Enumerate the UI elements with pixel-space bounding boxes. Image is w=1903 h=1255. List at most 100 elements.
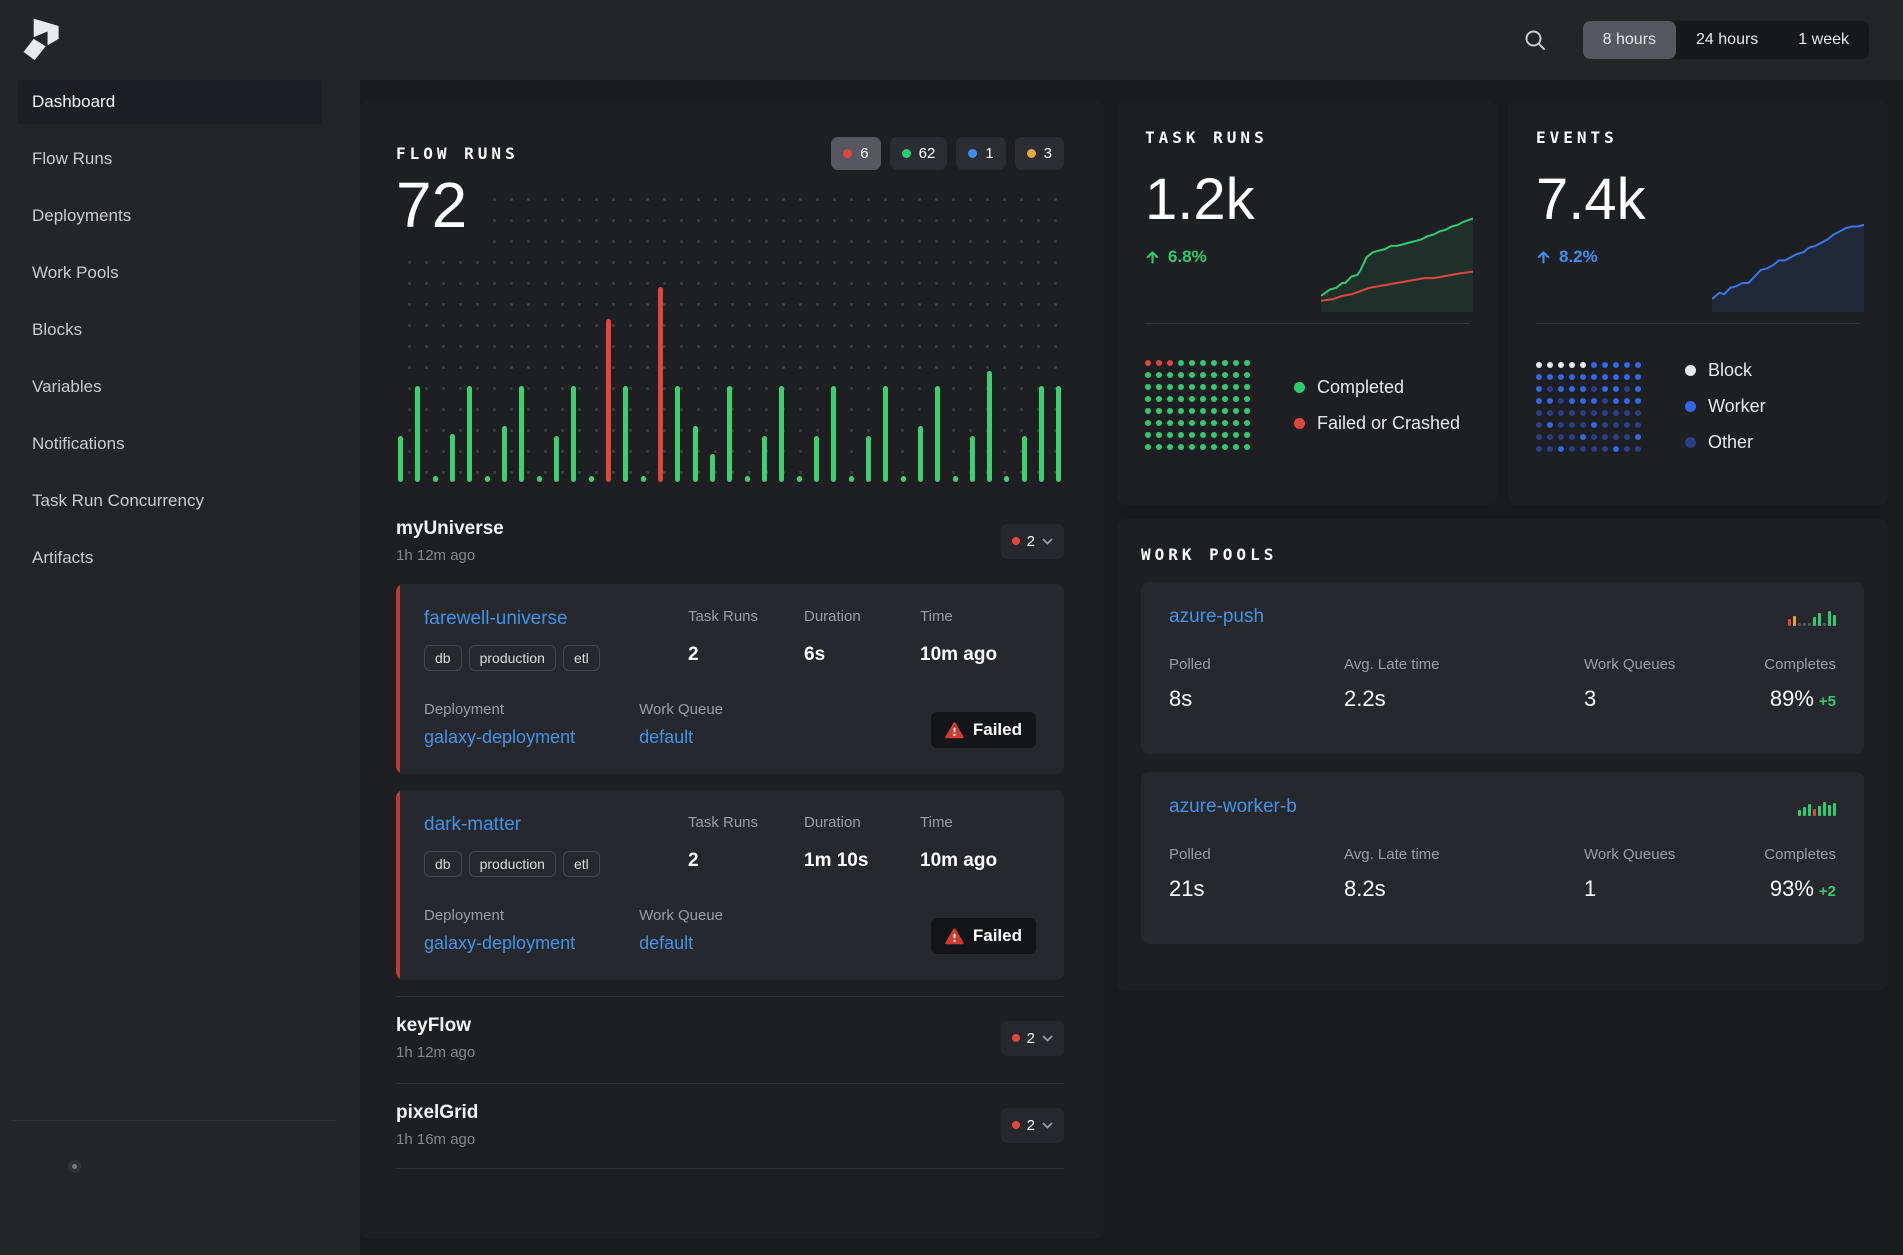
grid-dot: [1635, 434, 1641, 440]
grid-dot: [1178, 420, 1184, 426]
mini-bar: [1808, 623, 1811, 626]
grid-dot: [1536, 374, 1542, 380]
chart-bar: [537, 476, 542, 482]
grid-dot: [1580, 398, 1586, 404]
flow-group-time: 1h 12m ago: [396, 1044, 475, 1061]
events-sparkline: [1712, 212, 1864, 312]
time-range-8-hours[interactable]: 8 hours: [1583, 21, 1676, 59]
chart-bar: [554, 436, 559, 482]
grid-dot: [1145, 420, 1151, 426]
sidebar-item-flow-runs[interactable]: Flow Runs: [18, 137, 322, 181]
chart-bar: [745, 476, 750, 482]
flow-run-link[interactable]: dark-matter: [424, 814, 521, 836]
grid-dot: [1547, 386, 1553, 392]
grid-dot: [1244, 372, 1250, 378]
time-range-24-hours[interactable]: 24 hours: [1676, 21, 1778, 59]
legend-label: Block: [1708, 360, 1752, 381]
mini-bar: [1818, 806, 1821, 816]
flow-group-count-badge[interactable]: 2: [1001, 524, 1064, 559]
deployment-link[interactable]: galaxy-deployment: [424, 933, 575, 953]
grid-dot: [1569, 434, 1575, 440]
grid-dot: [1569, 374, 1575, 380]
mini-bar: [1818, 613, 1821, 626]
grid-dot: [1200, 444, 1206, 450]
filter-badge-62[interactable]: 62: [890, 137, 948, 170]
flow-group-count-badge[interactable]: 2: [1001, 1108, 1064, 1143]
work-pool-link[interactable]: azure-worker-b: [1169, 796, 1297, 818]
events-card: EVENTS 7.4k 8.2% BlockWorkerOther: [1508, 100, 1888, 505]
run-card-top: farewell-universedbproductionetlTask Run…: [424, 608, 1036, 671]
grid-dot: [1547, 434, 1553, 440]
grid-dot: [1635, 362, 1641, 368]
mini-bar: [1793, 616, 1796, 626]
stat-label: Duration: [804, 608, 920, 625]
grid-dot: [1145, 396, 1151, 402]
grid-dot: [1580, 434, 1586, 440]
flow-run-card-farewell-universe[interactable]: farewell-universedbproductionetlTask Run…: [396, 584, 1064, 774]
grid-dot: [1200, 372, 1206, 378]
grid-dot: [1211, 408, 1217, 414]
grid-dot: [1558, 374, 1564, 380]
chart-bar: [797, 476, 802, 482]
chart-bar: [710, 454, 715, 482]
prefect-logo[interactable]: [22, 14, 62, 62]
grid-dot: [1536, 398, 1542, 404]
right-column: TASK RUNS 1.2k 6.8% CompletedFailed or C…: [1117, 100, 1888, 1238]
flow-run-link[interactable]: farewell-universe: [424, 608, 568, 630]
work-pool-stats: Polled21sAvg. Late time8.2sWork Queues1C…: [1169, 846, 1836, 902]
filter-badge-1[interactable]: 1: [956, 137, 1005, 170]
stat-label: Completes: [1764, 846, 1836, 863]
sidebar-item-notifications[interactable]: Notifications: [18, 422, 322, 466]
chart-bar: [502, 426, 507, 482]
sidebar-item-artifacts[interactable]: Artifacts: [18, 536, 322, 580]
deployment-link[interactable]: galaxy-deployment: [424, 727, 575, 747]
flow-run-card-dark-matter[interactable]: dark-matterdbproductionetlTask Runs2Dura…: [396, 790, 1064, 980]
failed-state-stripe: [396, 790, 400, 980]
run-stat-duration: Duration1m 10s: [804, 814, 920, 877]
flow-runs-filter-badges: 6 62 1 3: [831, 137, 1064, 170]
stat-value: 8.2s: [1344, 876, 1584, 902]
task-runs-card: TASK RUNS 1.2k 6.8% CompletedFailed or C…: [1117, 100, 1497, 505]
run-tags: dbproductionetl: [424, 645, 688, 671]
sidebar-item-dashboard[interactable]: Dashboard: [18, 80, 322, 124]
stat-label: Duration: [804, 814, 920, 831]
task-runs-legend: CompletedFailed or Crashed: [1294, 377, 1460, 434]
grid-dot: [1536, 422, 1542, 428]
work-pool-link[interactable]: azure-push: [1169, 606, 1264, 628]
work-queue-link[interactable]: default: [639, 727, 693, 747]
grid-dot: [1167, 372, 1173, 378]
sidebar-item-task-run-concurrency[interactable]: Task Run Concurrency: [18, 479, 322, 523]
sidebar-item-variables[interactable]: Variables: [18, 365, 322, 409]
grid-dot: [1211, 384, 1217, 390]
sidebar-item-blocks[interactable]: Blocks: [18, 308, 322, 352]
sidebar-item-deployments[interactable]: Deployments: [18, 194, 322, 238]
grid-dot: [1580, 410, 1586, 416]
legend-dot: [1294, 418, 1305, 429]
chart-bar: [779, 386, 784, 482]
sidebar-nav: Dashboard Flow Runs Deployments Work Pools B…: [0, 80, 360, 580]
sidebar-item-work-pools[interactable]: Work Pools: [18, 251, 322, 295]
prefect-logo-icon: [22, 14, 62, 62]
badge-count: 1: [985, 145, 993, 162]
grid-dot: [1569, 422, 1575, 428]
time-range-1-week[interactable]: 1 week: [1778, 21, 1869, 59]
grid-dot: [1222, 432, 1228, 438]
work-queue-link[interactable]: default: [639, 933, 693, 953]
chart-bar: [901, 476, 906, 482]
filter-badge-6[interactable]: 6: [831, 137, 880, 170]
stat-value: 89%+5: [1764, 686, 1836, 712]
status-dot: [1012, 1034, 1020, 1042]
grid-dot: [1200, 408, 1206, 414]
search-button[interactable]: [1521, 26, 1549, 54]
flow-group-count-badge[interactable]: 2: [1001, 1021, 1064, 1056]
pool-stat-completes: Completes93%+2: [1764, 846, 1836, 902]
grid-dot: [1547, 422, 1553, 428]
legend-label: Other: [1708, 432, 1753, 453]
filter-badge-3[interactable]: 3: [1015, 137, 1064, 170]
grid-dot: [1211, 420, 1217, 426]
legend-item-other: Other: [1685, 432, 1766, 453]
chart-bar: [918, 426, 923, 482]
flow-runs-bar-chart: [396, 180, 1064, 482]
stat-label: Work Queues: [1584, 656, 1764, 673]
flow-group-pixelgrid: pixelGrid1h 16m ago2: [396, 1083, 1064, 1169]
